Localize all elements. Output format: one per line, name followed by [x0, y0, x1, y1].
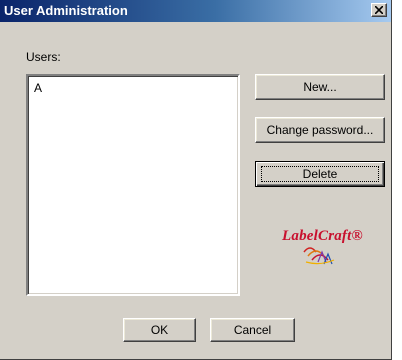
user-administration-dialog: User Administration Users: A New... Chan…	[0, 0, 392, 360]
cancel-button-label: Cancel	[233, 323, 272, 337]
close-button[interactable]	[371, 3, 387, 17]
delete-button[interactable]: Delete	[255, 161, 385, 187]
title-bar[interactable]: User Administration	[0, 0, 391, 22]
focus-ring	[261, 166, 379, 182]
logo-swoosh-icon	[303, 247, 335, 265]
new-button-label: New...	[303, 80, 337, 94]
list-item[interactable]: A	[34, 81, 42, 95]
users-label: Users:	[26, 50, 61, 64]
users-listbox[interactable]: A	[26, 74, 240, 296]
cancel-button[interactable]: Cancel	[210, 318, 295, 342]
window-title: User Administration	[4, 3, 128, 18]
labelcraft-logo: LabelCraft®	[276, 222, 386, 272]
ok-button[interactable]: OK	[123, 318, 196, 342]
change-password-button[interactable]: Change password...	[255, 117, 385, 143]
new-button[interactable]: New...	[255, 74, 385, 100]
close-icon	[375, 6, 383, 14]
ok-button-label: OK	[150, 323, 169, 337]
change-password-button-label: Change password...	[266, 123, 374, 137]
